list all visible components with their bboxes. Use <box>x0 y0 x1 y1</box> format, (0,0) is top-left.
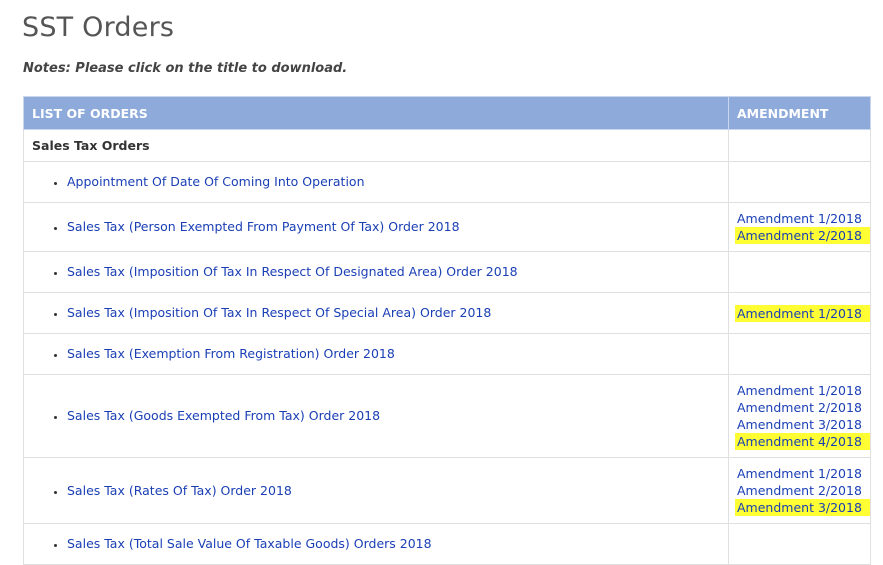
list-item: Sales Tax (Person Exempted From Payment … <box>67 218 728 236</box>
order-cell: Sales Tax (Goods Exempted From Tax) Orde… <box>23 374 729 458</box>
page-title: SST Orders <box>22 12 175 43</box>
amendment-cell: Amendment 1/2018 Amendment 2/2018 Amendm… <box>728 374 871 458</box>
order-link[interactable]: Sales Tax (Total Sale Value Of Taxable G… <box>67 536 432 551</box>
table-row: Sales Tax (Goods Exempted From Tax) Orde… <box>23 374 871 458</box>
amendment-link-highlighted[interactable]: Amendment 1/2018 <box>735 304 864 322</box>
amendment-cell: Amendment 1/2018 Amendment 2/2018 <box>728 202 871 252</box>
order-link[interactable]: Sales Tax (Imposition Of Tax In Respect … <box>67 305 491 320</box>
order-link[interactable]: Sales Tax (Rates Of Tax) Order 2018 <box>67 483 292 498</box>
list-item: Sales Tax (Imposition Of Tax In Respect … <box>67 263 728 281</box>
order-link[interactable]: Sales Tax (Goods Exempted From Tax) Orde… <box>67 408 380 423</box>
amendment-link-highlighted[interactable]: Amendment 4/2018 <box>735 433 864 450</box>
amendment-cell: Amendment 1/2018 Amendment 2/2018 Amendm… <box>728 457 871 524</box>
table-row: Sales Tax (Exemption From Registration) … <box>23 333 871 375</box>
table-row: Sales Tax (Total Sale Value Of Taxable G… <box>23 523 871 565</box>
amendment-cell <box>728 251 871 293</box>
group-amend-cell <box>728 129 871 162</box>
amendment-link-highlighted[interactable]: Amendment 2/2018 <box>735 227 864 244</box>
order-link[interactable]: Sales Tax (Exemption From Registration) … <box>67 346 395 361</box>
header-amendment: AMENDMENT <box>728 96 871 130</box>
amendment-link-highlighted[interactable]: Amendment 3/2018 <box>735 499 864 516</box>
amendment-cell: Amendment 1/2018 <box>728 292 871 334</box>
list-item: Sales Tax (Imposition Of Tax In Respect … <box>67 304 728 322</box>
amendment-link[interactable]: Amendment 1/2018 <box>737 382 862 399</box>
list-item: Appointment Of Date Of Coming Into Opera… <box>67 173 728 191</box>
orders-table: LIST OF ORDERS AMENDMENT Sales Tax Order… <box>23 96 871 565</box>
amendment-link[interactable]: Amendment 2/2018 <box>737 482 862 499</box>
amendment-link[interactable]: Amendment 2/2018 <box>737 399 862 416</box>
table-row: Sales Tax (Rates Of Tax) Order 2018 Amen… <box>23 457 871 524</box>
amendment-link[interactable]: Amendment 1/2018 <box>737 465 862 482</box>
order-link[interactable]: Sales Tax (Imposition Of Tax In Respect … <box>67 264 518 279</box>
table-row: Appointment Of Date Of Coming Into Opera… <box>23 161 871 203</box>
amendment-link[interactable]: Amendment 3/2018 <box>737 416 862 433</box>
order-cell: Sales Tax (Imposition Of Tax In Respect … <box>23 292 729 334</box>
list-item: Sales Tax (Rates Of Tax) Order 2018 <box>67 482 728 500</box>
amendment-cell <box>728 523 871 565</box>
order-cell: Sales Tax (Total Sale Value Of Taxable G… <box>23 523 729 565</box>
group-label: Sales Tax Orders <box>23 129 729 162</box>
table-header-row: LIST OF ORDERS AMENDMENT <box>23 96 871 130</box>
list-item: Sales Tax (Goods Exempted From Tax) Orde… <box>67 407 728 425</box>
download-notes: Notes: Please click on the title to down… <box>23 61 348 76</box>
order-cell: Sales Tax (Exemption From Registration) … <box>23 333 729 375</box>
list-item: Sales Tax (Exemption From Registration) … <box>67 345 728 363</box>
group-row: Sales Tax Orders <box>23 129 871 162</box>
amendment-cell <box>728 161 871 203</box>
order-cell: Sales Tax (Person Exempted From Payment … <box>23 202 729 252</box>
table-row: Sales Tax (Imposition Of Tax In Respect … <box>23 251 871 293</box>
order-cell: Sales Tax (Rates Of Tax) Order 2018 <box>23 457 729 524</box>
order-cell: Appointment Of Date Of Coming Into Opera… <box>23 161 729 203</box>
table-row: Sales Tax (Imposition Of Tax In Respect … <box>23 292 871 334</box>
amendment-link[interactable]: Amendment 1/2018 <box>737 210 862 227</box>
amendment-cell <box>728 333 871 375</box>
header-list-of-orders: LIST OF ORDERS <box>23 96 729 130</box>
order-link[interactable]: Sales Tax (Person Exempted From Payment … <box>67 219 460 234</box>
order-link[interactable]: Appointment Of Date Of Coming Into Opera… <box>67 174 365 189</box>
table-row: Sales Tax (Person Exempted From Payment … <box>23 202 871 252</box>
order-cell: Sales Tax (Imposition Of Tax In Respect … <box>23 251 729 293</box>
list-item: Sales Tax (Total Sale Value Of Taxable G… <box>67 535 728 553</box>
